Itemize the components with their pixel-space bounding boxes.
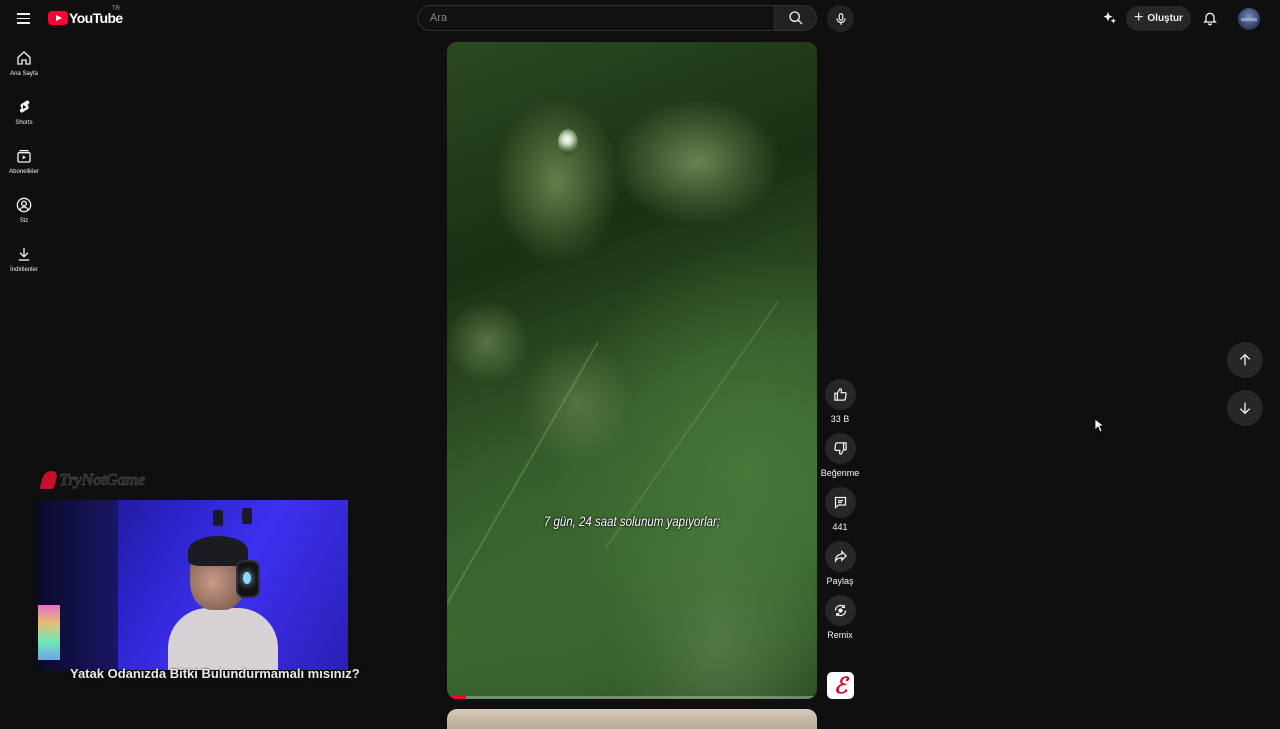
search-box: [417, 5, 775, 31]
shorts-video-player[interactable]: 7 gün, 24 saat solunum yapıyorlar;: [447, 42, 817, 699]
share-circle: [824, 541, 856, 572]
youtube-play-icon: [48, 11, 68, 25]
microphone-icon: [835, 12, 846, 25]
previous-short-button[interactable]: [1227, 342, 1263, 378]
ceiling-lamp: [213, 510, 223, 526]
remix-button[interactable]: Remix: [823, 595, 857, 642]
ai-sparkle-button[interactable]: [1100, 8, 1120, 28]
logo-text: YouTube: [69, 10, 123, 26]
video-progress-bar[interactable]: [447, 696, 817, 699]
dislike-button[interactable]: Beğenme: [820, 433, 860, 480]
home-icon: [17, 51, 31, 65]
like-button[interactable]: 33 B: [823, 379, 857, 426]
account-avatar[interactable]: [1238, 8, 1260, 30]
streamer-body: [168, 608, 278, 670]
sidebar-item-home[interactable]: Ana Sayfa: [0, 44, 48, 93]
remix-icon: [834, 604, 846, 617]
voice-search-button[interactable]: [827, 5, 854, 32]
thumbs-down-icon: [833, 442, 847, 455]
search-button[interactable]: [775, 5, 817, 31]
download-icon: [18, 248, 30, 261]
mouse-cursor-icon: [1094, 418, 1104, 433]
youtube-logo[interactable]: YouTube TR: [48, 6, 123, 28]
streamer-logo-mark-icon: [39, 471, 59, 489]
ceiling-lamp: [242, 508, 252, 524]
remix-circle: [824, 595, 856, 626]
arrow-down-icon: [1239, 402, 1251, 415]
comments-circle: [824, 487, 856, 518]
comment-icon: [834, 496, 846, 509]
sidebar-item-label: Siz: [19, 218, 29, 224]
like-count: 33 B: [830, 414, 850, 424]
channel-logo-icon: ℰ: [833, 672, 848, 698]
create-label: Oluştur: [1147, 13, 1183, 24]
top-bar: YouTube TR + Oluştur: [0, 0, 1280, 38]
create-button[interactable]: + Oluştur: [1126, 6, 1191, 31]
dislike-circle: [824, 433, 856, 464]
sparkle-icon: [1103, 12, 1117, 24]
shorts-icon: [19, 100, 30, 113]
sidebar-item-subscriptions[interactable]: Abonelikler: [0, 142, 48, 191]
sidebar-item-label: Shorts: [15, 120, 33, 126]
arrow-up-icon: [1239, 353, 1251, 366]
plus-icon: +: [1134, 9, 1144, 26]
sidebar-item-downloads[interactable]: İndirilenler: [0, 240, 48, 289]
streamer-logo: TryNotGame: [39, 470, 146, 490]
like-circle: [824, 379, 856, 410]
notifications-button[interactable]: [1200, 8, 1220, 28]
sidebar: Ana Sayfa Shorts Abonelikler Siz İndiril…: [0, 44, 48, 289]
country-code: TR: [112, 6, 120, 12]
next-short-button[interactable]: [1227, 390, 1263, 426]
video-frame: [447, 42, 817, 699]
sidebar-item-label: Ana Sayfa: [10, 71, 38, 77]
subscriptions-icon: [17, 150, 31, 163]
video-progress-fill: [447, 696, 466, 699]
rgb-light: [38, 605, 60, 660]
thumbs-up-icon: [833, 388, 847, 401]
water-droplet: [558, 129, 578, 155]
share-label: Paylaş: [826, 576, 854, 586]
streamer-figure: [168, 536, 278, 670]
share-button[interactable]: Paylaş: [823, 541, 857, 588]
remix-label: Remix: [827, 630, 853, 640]
sidebar-item-you[interactable]: Siz: [0, 191, 48, 240]
comments-button[interactable]: 441: [823, 487, 857, 534]
video-caption: 7 gün, 24 saat solunum yapıyorlar;: [543, 513, 721, 529]
shorts-actions: 33 B Beğenme 441 Paylaş Remix: [820, 379, 860, 649]
comment-count: 441: [832, 522, 848, 532]
account-icon: [16, 197, 32, 213]
search-input[interactable]: [428, 11, 762, 25]
bell-icon: [1203, 12, 1217, 26]
share-icon: [834, 549, 847, 564]
headset-icon: [236, 560, 260, 598]
channel-avatar[interactable]: ℰ: [827, 672, 854, 699]
search-icon: [788, 11, 802, 25]
streamer-brand: TryNotGame: [59, 470, 146, 489]
menu-button[interactable]: [12, 6, 36, 30]
dislike-label: Beğenme: [820, 468, 860, 478]
sidebar-item-label: İndirilenler: [10, 267, 38, 273]
overlay-video-title: Yatak Odanızda Bitki Bulundurmamalı mısı…: [70, 666, 360, 681]
sidebar-item-shorts[interactable]: Shorts: [0, 93, 48, 142]
webcam-overlay: [38, 500, 348, 670]
next-short-preview[interactable]: [447, 709, 817, 729]
sidebar-item-label: Abonelikler: [9, 169, 39, 175]
